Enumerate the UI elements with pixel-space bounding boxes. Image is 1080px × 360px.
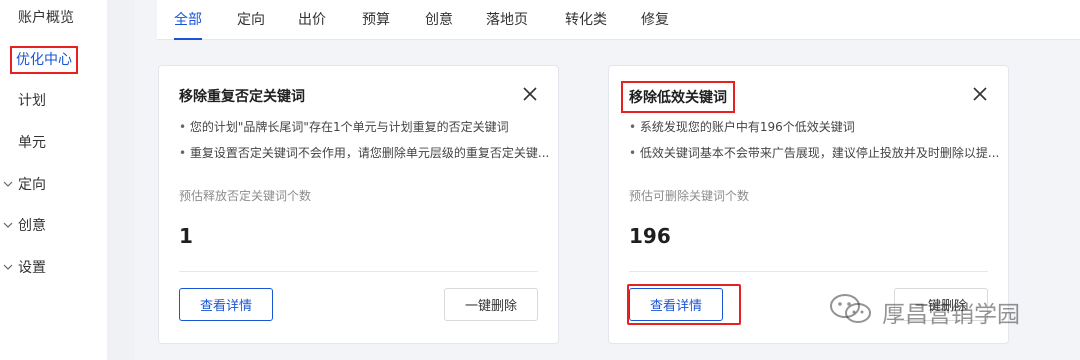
tab-conversion[interactable]: 转化类 (565, 0, 607, 38)
sidebar-group-label: 定向 (18, 177, 46, 193)
list-item: 系统发现您的账户中有196个低效关键词 (629, 118, 1004, 144)
list-item: 您的计划"品牌长尾词"存在1个单元与计划重复的否定关键词 (179, 118, 554, 144)
tab-landing-page[interactable]: 落地页 (486, 0, 528, 38)
sidebar-item-account-overview[interactable]: 账户概览 (0, 0, 107, 34)
list-item: 低效关键词基本不会带来广告展现，建议停止投放并及时删除以提... (629, 144, 1004, 170)
sidebar-item-label: 优化中心 (10, 46, 78, 74)
tab-bidding[interactable]: 出价 (298, 0, 326, 38)
tab-repair[interactable]: 修复 (641, 0, 669, 38)
view-details-button[interactable]: 查看详情 (629, 288, 723, 321)
close-icon[interactable] (970, 84, 990, 104)
view-details-button[interactable]: 查看详情 (179, 288, 273, 321)
estimate-label: 预估释放否定关键词个数 (179, 189, 312, 203)
sidebar-item-label: 计划 (18, 93, 46, 109)
sidebar-group-label: 创意 (18, 218, 46, 234)
estimate-value: 196 (629, 224, 671, 248)
sidebar-item-plan[interactable]: 计划 (0, 83, 107, 117)
one-click-delete-button[interactable]: 一键删除 (444, 288, 538, 321)
divider (179, 271, 538, 272)
close-icon[interactable] (520, 84, 540, 104)
tab-targeting[interactable]: 定向 (237, 0, 265, 38)
optimization-card: 移除重复否定关键词 您的计划"品牌长尾词"存在1个单元与计划重复的否定关键词 重… (158, 65, 559, 344)
estimate-label: 预估可删除关键词个数 (629, 189, 750, 203)
sidebar-group-label: 设置 (18, 260, 46, 276)
sidebar-item-unit[interactable]: 单元 (0, 125, 107, 159)
watermark: 厚昌营销学园 (828, 292, 1020, 332)
sidebar-group-creative[interactable]: 创意 (0, 208, 107, 242)
sidebar-group-settings[interactable]: 设置 (0, 250, 107, 284)
sidebar-item-label: 单元 (18, 135, 46, 151)
sidebar-group-targeting[interactable]: 定向 (0, 167, 107, 201)
divider (629, 271, 988, 272)
chevron-down-icon (0, 262, 16, 272)
sidebar-item-optimization-center[interactable]: 优化中心 (0, 43, 107, 77)
card-bullets: 您的计划"品牌长尾词"存在1个单元与计划重复的否定关键词 重复设置否定关键词不会… (179, 118, 554, 170)
card-title: 移除重复否定关键词 (179, 89, 305, 105)
card-title: 移除低效关键词 (621, 81, 735, 113)
tab-bar: 全部 定向 出价 预算 创意 落地页 转化类 修复 (157, 0, 1080, 40)
sidebar-gutter (107, 0, 135, 360)
sidebar: 账户概览 优化中心 计划 单元 定向 创意 设置 (0, 0, 107, 360)
chevron-down-icon (0, 220, 16, 230)
wechat-icon (828, 292, 874, 332)
tab-budget[interactable]: 预算 (362, 0, 390, 38)
estimate-value: 1 (179, 224, 193, 248)
tab-creative[interactable]: 创意 (425, 0, 453, 38)
card-bullets: 系统发现您的账户中有196个低效关键词 低效关键词基本不会带来广告展现，建议停止… (629, 118, 1004, 170)
watermark-text: 厚昌营销学园 (882, 302, 1020, 328)
sidebar-item-label: 账户概览 (18, 10, 74, 26)
chevron-down-icon (0, 179, 16, 189)
list-item: 重复设置否定关键词不会作用，请您删除单元层级的重复否定关键... (179, 144, 554, 170)
tab-all[interactable]: 全部 (174, 0, 202, 40)
